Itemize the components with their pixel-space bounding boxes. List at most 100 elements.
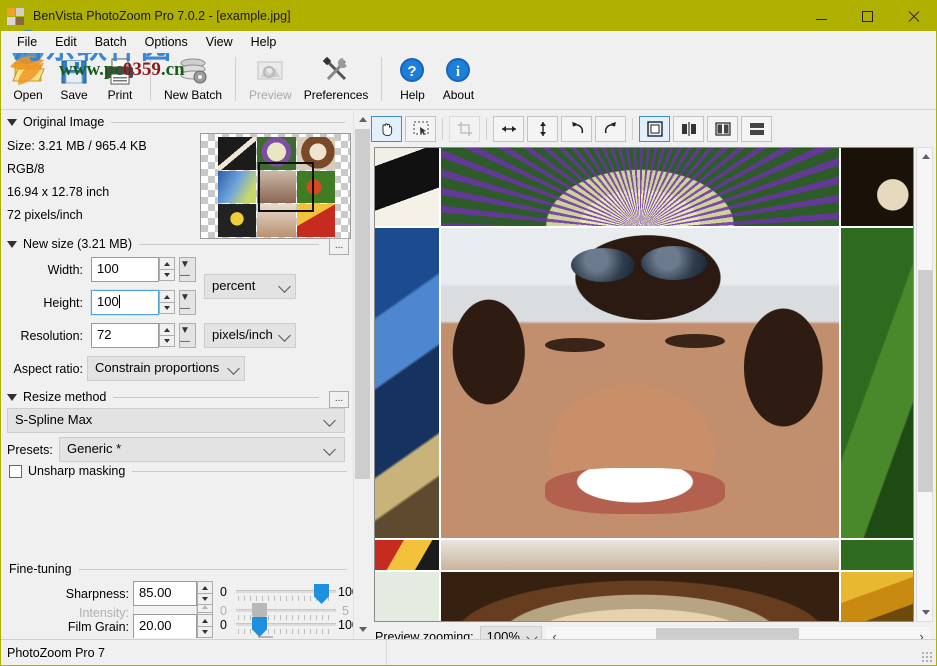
app-icon <box>7 7 27 25</box>
marquee-select-tool-button[interactable] <box>405 116 436 142</box>
flip-horizontal-button[interactable] <box>493 116 524 142</box>
sharpness-slider-thumb[interactable] <box>314 584 329 604</box>
menu-item-options[interactable]: Options <box>136 33 197 51</box>
height-stepper[interactable] <box>159 290 175 315</box>
menu-item-help[interactable]: Help <box>242 33 286 51</box>
open-folder-icon <box>11 55 45 87</box>
film-grain-stepper[interactable] <box>197 614 213 638</box>
aspect-ratio-value: Constrain proportions <box>95 360 219 375</box>
collapse-triangle-icon <box>7 119 17 126</box>
width-stepper-down[interactable] <box>159 269 175 281</box>
new-batch-button[interactable]: New Batch <box>158 53 228 102</box>
resolution-lock-button[interactable]: ▼— <box>179 323 196 348</box>
preferences-button[interactable]: Preferences <box>298 53 375 102</box>
radius-slider <box>236 636 336 638</box>
sharpness-stepper-down[interactable] <box>197 593 213 605</box>
about-label: About <box>443 88 474 102</box>
original-image-group-header[interactable]: Original Image <box>7 115 345 129</box>
preview-scroll-up-button[interactable] <box>917 148 934 165</box>
help-button[interactable]: ? Help <box>389 53 435 102</box>
width-lock-button[interactable]: ▼— <box>179 257 196 282</box>
film-grain-slider-thumb[interactable] <box>252 617 267 637</box>
info-icon: i <box>441 55 475 87</box>
new-size-group-header[interactable]: New size (3.21 MB) <box>7 237 319 251</box>
preview-scroll-down-button[interactable] <box>917 604 934 621</box>
width-input[interactable]: 100 <box>91 257 159 282</box>
split-pane-icon <box>680 120 698 138</box>
menu-bar: File Edit Batch Options View Help <box>1 31 936 53</box>
height-stepper-up[interactable] <box>159 290 175 302</box>
status-divider <box>386 640 387 665</box>
window-title: BenVista PhotoZoom Pro 7.0.2 - [example.… <box>33 9 291 23</box>
main-toolbar: Open Save <box>1 53 936 110</box>
rotate-right-button[interactable] <box>595 116 626 142</box>
film-grain-input[interactable]: 20.00 <box>133 614 197 638</box>
arrows-horizontal-icon <box>499 120 519 138</box>
resize-method-title: Resize method <box>23 390 106 404</box>
crop-icon <box>456 120 474 138</box>
scroll-down-button[interactable] <box>354 621 371 638</box>
print-label: Print <box>108 88 133 102</box>
preview-vscroll-thumb[interactable] <box>918 270 933 492</box>
flip-vertical-button[interactable] <box>527 116 558 142</box>
width-stepper-up[interactable] <box>159 257 175 269</box>
original-dimensions-text: 16.94 x 12.78 inch <box>7 185 109 199</box>
height-lock-button[interactable]: ▼— <box>179 290 196 315</box>
view-stacked-button[interactable] <box>741 116 772 142</box>
resolution-input[interactable]: 72 <box>91 323 159 348</box>
settings-panel-scrollbar[interactable] <box>353 111 370 638</box>
resize-method-group-header[interactable]: Resize method <box>7 390 319 404</box>
scrollbar-thumb[interactable] <box>355 129 370 479</box>
menu-item-view[interactable]: View <box>197 33 242 51</box>
scroll-up-button[interactable] <box>354 111 371 128</box>
sharpness-input[interactable]: 85.00 <box>133 581 197 606</box>
save-button[interactable]: Save <box>51 53 97 102</box>
view-side-by-side-button[interactable] <box>707 116 738 142</box>
preview-vertical-scrollbar[interactable] <box>916 147 933 622</box>
new-size-more-button[interactable]: ... <box>329 238 349 255</box>
original-thumbnail[interactable] <box>200 133 351 239</box>
sharpness-stepper-up[interactable] <box>197 581 213 593</box>
aspect-ratio-select[interactable]: Constrain proportions <box>87 356 245 381</box>
rotate-left-button[interactable] <box>561 116 592 142</box>
height-input[interactable]: 100 <box>91 290 159 315</box>
unsharp-masking-checkbox[interactable] <box>9 465 22 478</box>
resize-method-select[interactable]: S-Spline Max <box>7 408 345 433</box>
original-image-title: Original Image <box>23 115 104 129</box>
menu-item-edit[interactable]: Edit <box>46 33 86 51</box>
resolution-stepper-down[interactable] <box>159 335 175 347</box>
open-button[interactable]: Open <box>5 53 51 102</box>
resize-grip-icon[interactable] <box>921 651 933 663</box>
film-grain-slider[interactable] <box>236 617 336 633</box>
view-split-button[interactable] <box>673 116 704 142</box>
print-button[interactable]: Print <box>97 53 143 102</box>
close-button[interactable] <box>890 1 936 31</box>
minimize-button[interactable] <box>798 1 844 31</box>
sharpness-max: 100 <box>338 585 353 599</box>
resize-method-value: S-Spline Max <box>15 412 92 427</box>
height-stepper-down[interactable] <box>159 302 175 314</box>
view-single-button[interactable] <box>639 116 670 142</box>
preview-canvas[interactable] <box>374 147 914 622</box>
presets-select[interactable]: Generic * <box>59 437 345 462</box>
about-button[interactable]: i About <box>435 53 481 102</box>
maximize-button[interactable] <box>844 1 890 31</box>
size-unit-select[interactable]: percent <box>204 274 296 299</box>
resolution-stepper[interactable] <box>159 323 175 348</box>
resolution-stepper-up[interactable] <box>159 323 175 335</box>
film-grain-stepper-down[interactable] <box>197 626 213 638</box>
menu-item-file[interactable]: File <box>8 33 46 51</box>
two-pane-icon <box>714 120 732 138</box>
resize-method-more-button[interactable]: ... <box>329 391 349 408</box>
sharpness-stepper[interactable] <box>197 581 213 606</box>
height-label: Height: <box>1 296 83 310</box>
menu-item-batch[interactable]: Batch <box>86 33 136 51</box>
film-grain-stepper-up[interactable] <box>197 614 213 626</box>
width-stepper[interactable] <box>159 257 175 282</box>
hand-tool-button[interactable] <box>371 116 402 142</box>
thumbnail-selection-rect[interactable] <box>258 162 314 212</box>
sharpness-slider[interactable] <box>236 584 336 600</box>
original-colormode-text: RGB/8 <box>7 162 45 176</box>
resolution-unit-select[interactable]: pixels/inch <box>204 323 296 348</box>
group-divider <box>111 122 345 123</box>
